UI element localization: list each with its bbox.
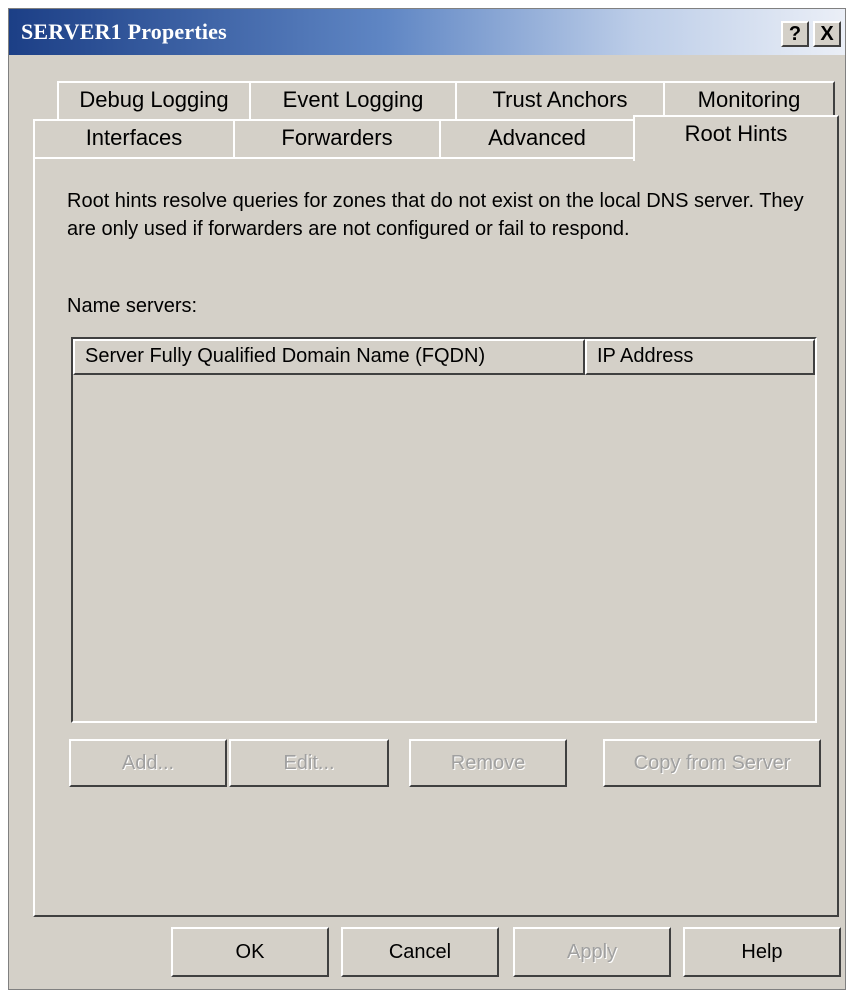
remove-button[interactable]: Remove: [409, 739, 567, 787]
tab-advanced[interactable]: Advanced: [439, 119, 635, 159]
tab-root-hints[interactable]: Root Hints: [633, 115, 839, 161]
tab-interfaces[interactable]: Interfaces: [33, 119, 235, 159]
cancel-button[interactable]: Cancel: [341, 927, 499, 977]
title-bar[interactable]: SERVER1 Properties ? X: [9, 9, 845, 55]
copy-from-server-button[interactable]: Copy from Server: [603, 739, 821, 787]
column-header-fqdn[interactable]: Server Fully Qualified Domain Name (FQDN…: [73, 339, 585, 375]
tab-event-logging[interactable]: Event Logging: [249, 81, 457, 121]
column-header-ip-address[interactable]: IP Address: [585, 339, 815, 375]
tab-debug-logging[interactable]: Debug Logging: [57, 81, 251, 121]
help-icon[interactable]: ?: [781, 21, 809, 47]
help-button[interactable]: Help: [683, 927, 841, 977]
apply-button[interactable]: Apply: [513, 927, 671, 977]
name-servers-label: Name servers:: [67, 295, 198, 317]
root-hints-panel: Root hints resolve queries for zones tha…: [33, 157, 839, 917]
root-hints-description: Root hints resolve queries for zones tha…: [67, 190, 804, 240]
tab-forwarders[interactable]: Forwarders: [233, 119, 441, 159]
window-title: SERVER1 Properties: [21, 19, 227, 44]
ok-button[interactable]: OK: [171, 927, 329, 977]
add-button[interactable]: Add...: [69, 739, 227, 787]
properties-dialog: SERVER1 Properties ? X Debug Logging Eve…: [8, 8, 846, 990]
close-icon[interactable]: X: [813, 21, 841, 47]
edit-button[interactable]: Edit...: [229, 739, 389, 787]
name-servers-list[interactable]: Server Fully Qualified Domain Name (FQDN…: [71, 337, 817, 723]
